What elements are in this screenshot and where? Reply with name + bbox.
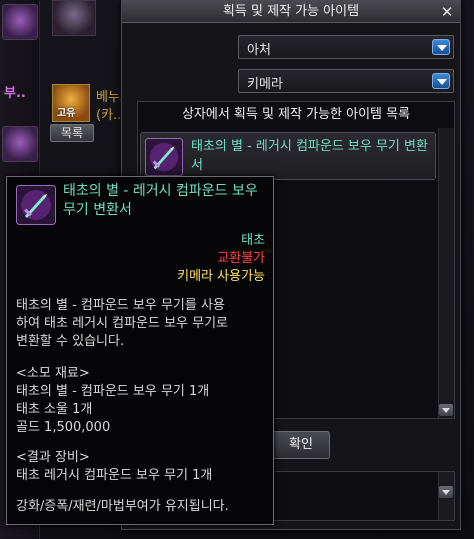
background-slot-icon[interactable] (2, 126, 38, 162)
character-dropdown[interactable]: 키메라 (238, 69, 454, 93)
background-slot-icon[interactable] (2, 4, 38, 40)
tooltip-material: 골드 1,500,000 (16, 420, 111, 435)
chevron-down-icon[interactable] (432, 39, 450, 55)
list-item-name: 태초의 별 - 레거시 컴파운드 보우 무기 변환서 (191, 139, 428, 173)
tooltip-usable-class: 키메라 사용가능 (177, 269, 265, 284)
tooltip-materials-header: <소모 재료> (16, 366, 90, 381)
confirm-button[interactable]: 확인 (272, 431, 330, 459)
list-button[interactable]: 목록 (50, 124, 94, 142)
purple-scroll-icon (16, 185, 56, 225)
tooltip-result: 태초 레거시 컴파운드 보우 무기 1개 (16, 468, 213, 483)
tooltip-result-header: <결과 장비> (16, 450, 90, 465)
tooltip-description-line: 변환할 수 있습니다. (16, 334, 125, 349)
scroll-down-icon[interactable] (439, 404, 453, 416)
tooltip-trade-status: 교환불가 (217, 251, 265, 266)
background-item-icon[interactable]: 고유 (52, 84, 90, 122)
class-dropdown[interactable]: 아처 (238, 35, 454, 59)
unique-tag: 고유 (57, 108, 76, 119)
item-tooltip: 태초의 별 - 레거시 컴파운드 보우 무기 변환서 태초 교환불가 키메라 사… (6, 176, 274, 525)
character-dropdown-value: 키메라 (247, 77, 283, 92)
tooltip-material: 태초 소울 1개 (16, 402, 93, 417)
background-strip-text: 부.. (4, 86, 26, 101)
list-item[interactable]: 태초의 별 - 레거시 컴파운드 보우 무기 변환서 (140, 132, 436, 180)
background-top-icon (52, 0, 96, 36)
class-dropdown-value: 아처 (247, 43, 271, 58)
tooltip-item-name: 태초의 별 - 레거시 컴파운드 보우 무기 변환서 (63, 183, 258, 218)
tooltip-description-line: 하여 태초 레거시 컴파운드 보우 무기로 (16, 316, 229, 331)
list-scrollbar[interactable] (438, 128, 454, 418)
close-icon[interactable]: ✕ (438, 3, 456, 21)
tooltip-material: 태초의 별 - 컴파운드 보우 무기 1개 (16, 384, 210, 399)
tooltip-rarity: 태초 (241, 233, 265, 248)
secondary-scrollbar[interactable] (438, 472, 454, 520)
tooltip-description-line: 태초의 별 - 컴파운드 보우 무기를 사용 (16, 298, 225, 313)
purple-scroll-icon (145, 138, 183, 176)
item-list-header: 상자에서 획득 및 제작 가능한 아이템 목록 (181, 107, 411, 122)
scroll-down-icon[interactable] (439, 486, 453, 498)
tooltip-note: 강화/증폭/재련/마법부여가 유지됩니다. (16, 499, 229, 514)
window-title: 획득 및 제작 가능 아이템 (122, 1, 460, 23)
chevron-down-icon[interactable] (432, 73, 450, 89)
